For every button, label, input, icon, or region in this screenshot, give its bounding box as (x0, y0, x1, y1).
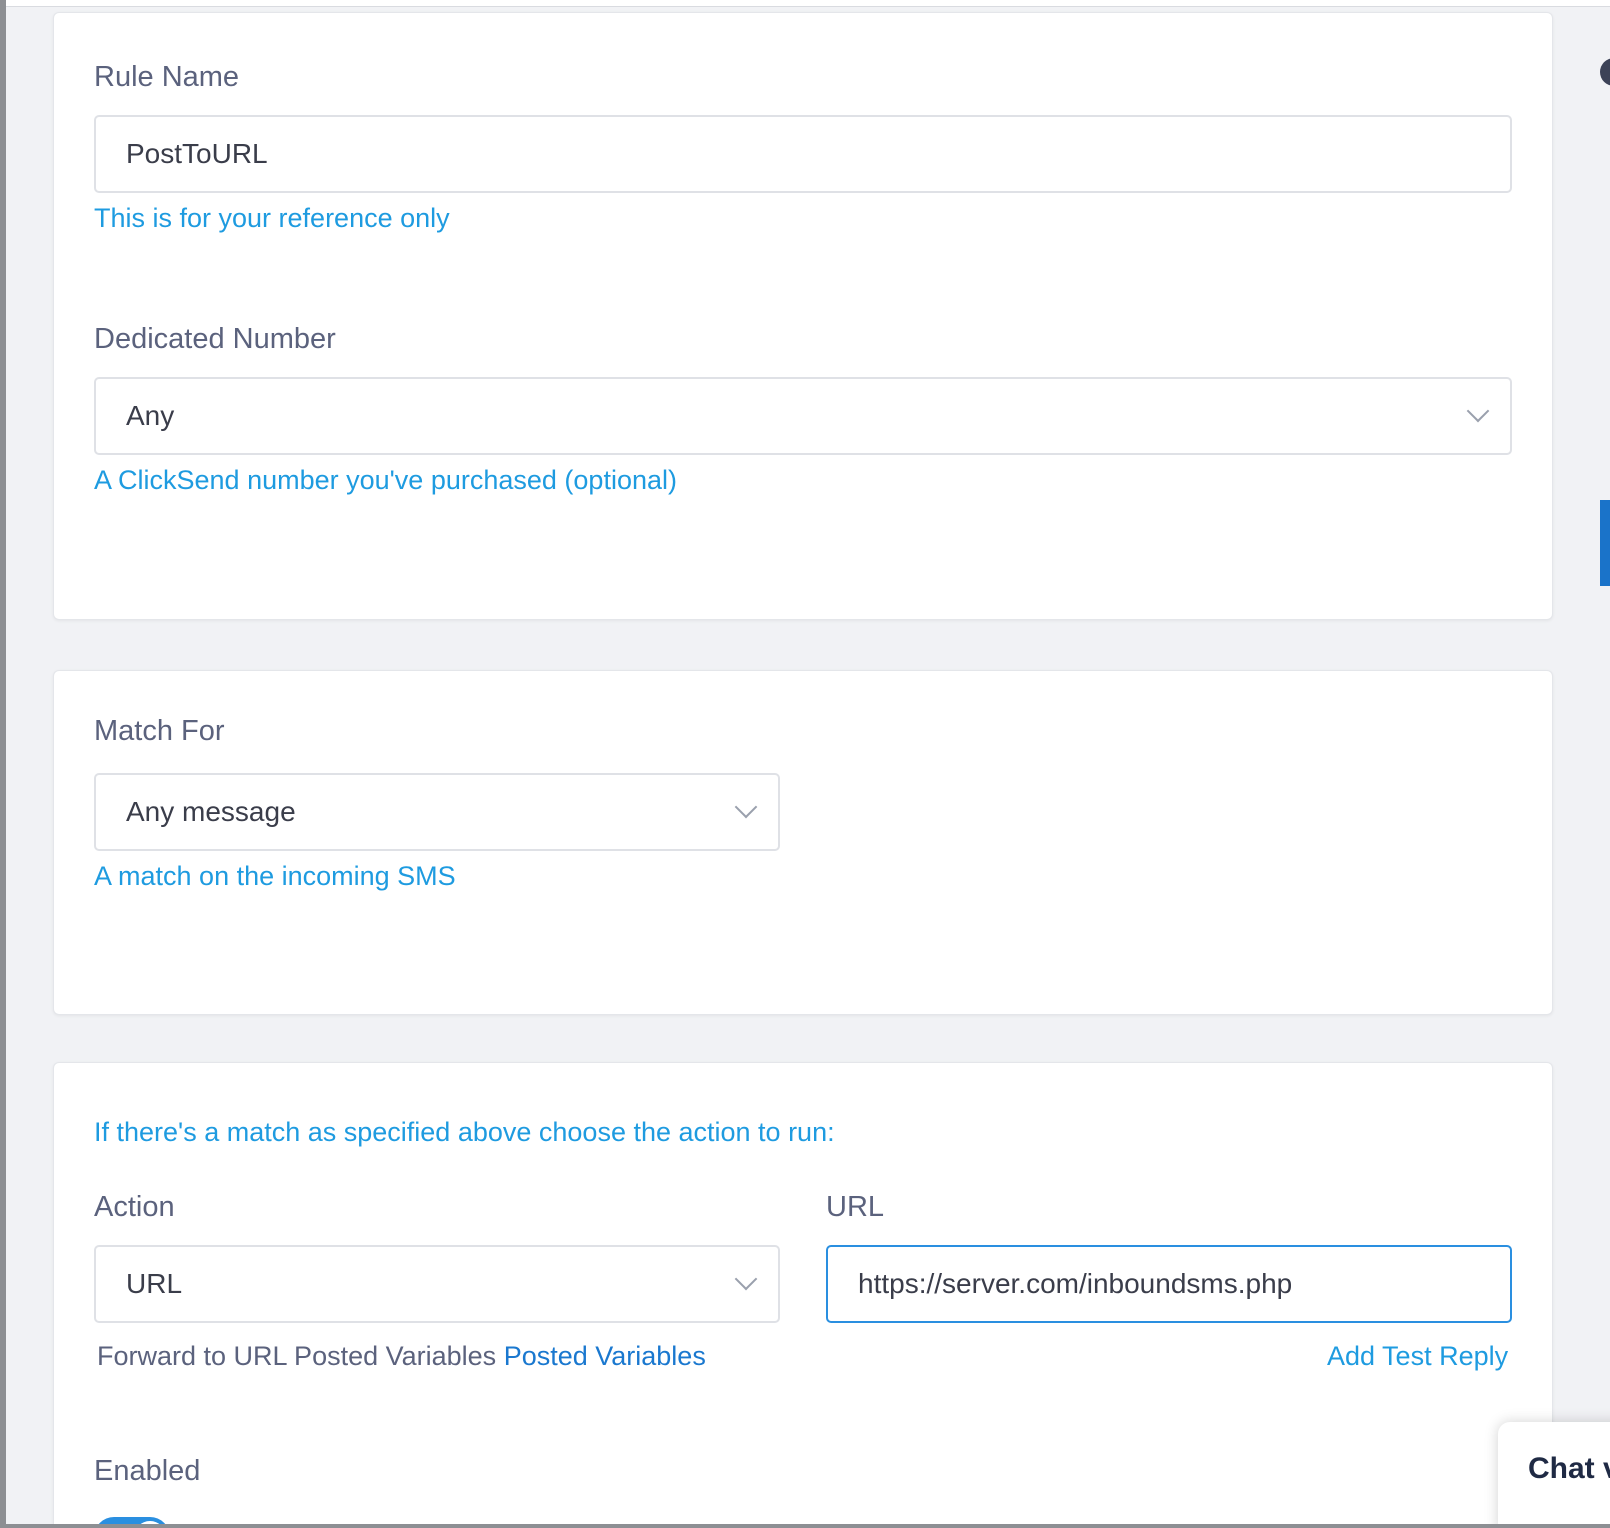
forward-text: Forward to URL Posted Variables (97, 1341, 497, 1371)
action-label: Action (94, 1191, 175, 1223)
match-for-select[interactable]: Any message (94, 773, 780, 851)
action-select[interactable]: URL (94, 1245, 780, 1323)
page: Rule Name PostToURL This is for your ref… (0, 0, 1610, 1528)
match-for-value: Any message (126, 796, 296, 827)
url-label: URL (826, 1191, 885, 1223)
window-left-edge (0, 0, 6, 1528)
action-card: If there's a match as specified above ch… (53, 1062, 1553, 1528)
side-tab[interactable] (1600, 500, 1610, 586)
posted-variables-link[interactable]: Posted Variables (504, 1341, 706, 1371)
dedicated-number-label: Dedicated Number (94, 323, 336, 355)
action-intro: If there's a match as specified above ch… (94, 1117, 835, 1147)
window-bottom-edge (0, 1524, 1610, 1528)
rule-name-hint: This is for your reference only (94, 203, 450, 233)
rule-name-label: Rule Name (94, 61, 240, 93)
match-card: Match For Any message A match on the inc… (53, 670, 1553, 1015)
dedicated-number-hint: A ClickSend number you've purchased (opt… (94, 465, 677, 495)
rule-details-card: Rule Name PostToURL This is for your ref… (53, 12, 1553, 620)
chevron-down-icon (1466, 399, 1490, 423)
dedicated-number-select[interactable]: Any (94, 377, 1512, 455)
match-for-label: Match For (94, 715, 225, 747)
url-input[interactable]: https://server.com/inboundsms.php (826, 1245, 1512, 1323)
action-value: URL (126, 1268, 183, 1299)
enabled-label: Enabled (94, 1455, 201, 1487)
add-test-reply-link[interactable]: Add Test Reply (1327, 1341, 1508, 1372)
url-value: https://server.com/inboundsms.php (858, 1268, 1293, 1299)
window-top-edge (0, 0, 1610, 7)
chevron-down-icon (734, 795, 758, 819)
rule-name-value: PostToURL (126, 138, 268, 169)
match-for-hint: A match on the incoming SMS (94, 861, 456, 891)
chat-widget[interactable]: Chat v (1498, 1422, 1610, 1528)
chevron-down-icon (734, 1267, 758, 1291)
rule-name-input[interactable]: PostToURL (94, 115, 1512, 193)
chat-widget-label: Chat v (1528, 1452, 1610, 1485)
side-indicator (1600, 58, 1610, 86)
forward-help: Forward to URL Posted Variables Posted V… (97, 1341, 706, 1372)
dedicated-number-value: Any (126, 400, 175, 431)
